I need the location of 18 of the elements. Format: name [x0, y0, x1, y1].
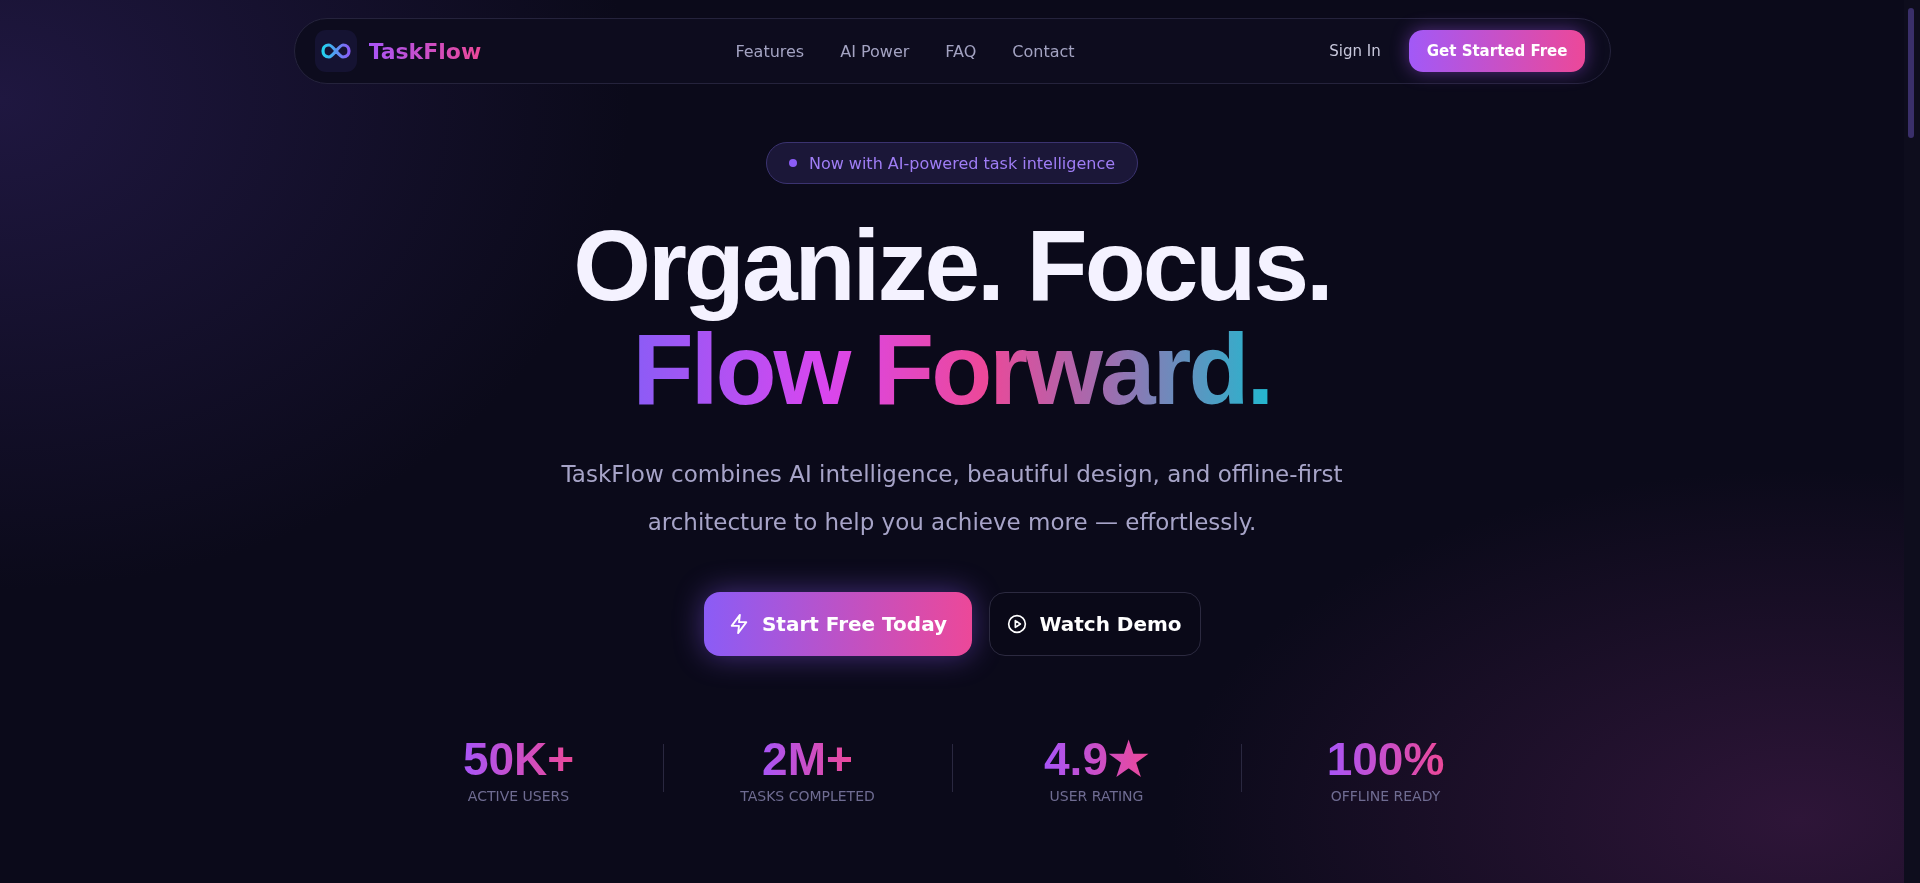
nav-link[interactable]: AI Power [840, 41, 910, 61]
get-started-button[interactable]: Get Started Free [1408, 30, 1586, 72]
nav-link[interactable]: Contact [1012, 41, 1075, 61]
play-icon [1007, 614, 1028, 634]
logo-icon[interactable] [314, 30, 357, 72]
stat-label: USER RATING [1049, 788, 1144, 804]
nav-link[interactable]: Features [735, 41, 805, 61]
hero-subtitle: TaskFlow combines AI intelligence, beautiful design, and offline-first architecture to help you achieve more — effortlessly. [560, 460, 1344, 537]
status-dot-icon [788, 159, 797, 167]
watch-demo-button[interactable]: Watch Demo [988, 592, 1201, 656]
stat-label: OFFLINE READY [1330, 788, 1441, 804]
stat-label: TASKS COMPLETED [740, 788, 875, 804]
sign-in-link[interactable]: Sign In [1329, 42, 1381, 60]
badge-text: Now with AI-powered task intelligence [808, 153, 1116, 173]
scrollbar-thumb[interactable] [1908, 8, 1914, 138]
nav-link[interactable]: FAQ [945, 41, 977, 61]
start-free-button[interactable]: Start Free Today [703, 592, 972, 656]
stat-label: ACTIVE USERS [467, 788, 570, 804]
